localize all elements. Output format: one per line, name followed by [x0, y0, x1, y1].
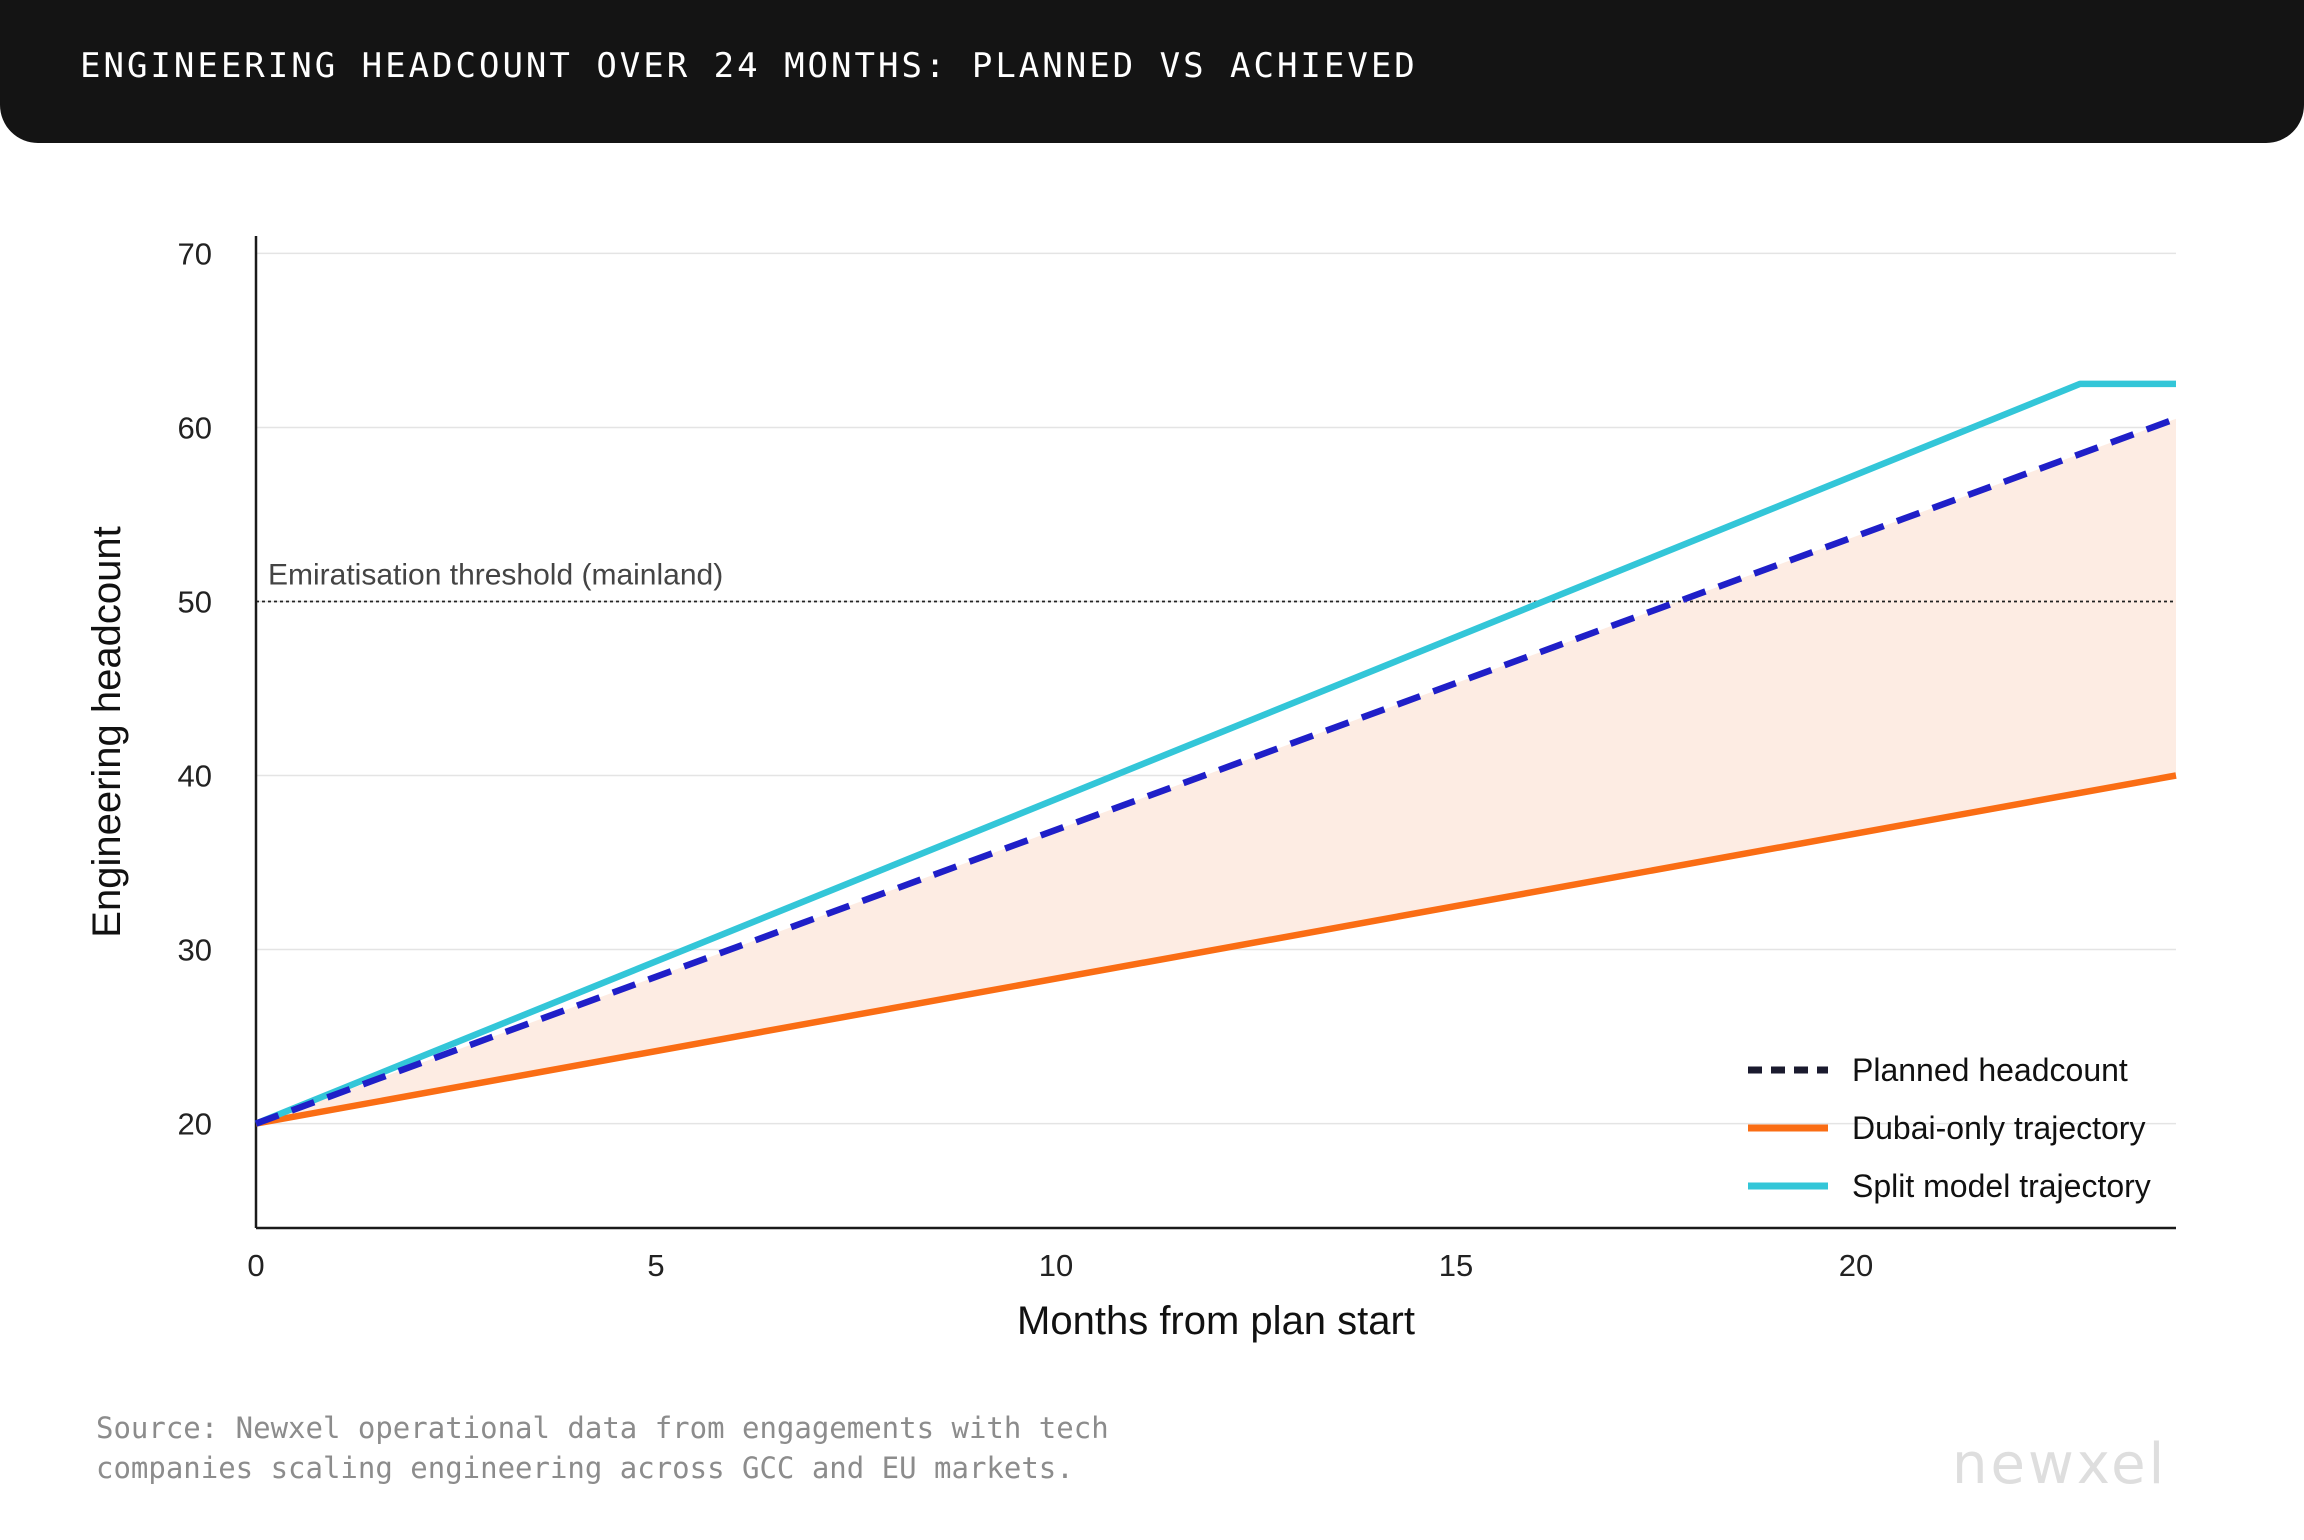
line-chart: Emiratisation threshold (mainland) 20 30 40…	[85, 236, 2178, 1343]
source-line-1: Source: Newxel operational data from eng…	[96, 1411, 1109, 1445]
y-tick-label-60: 60	[178, 410, 212, 445]
x-tick-label-5: 5	[647, 1248, 664, 1283]
legend-label-split-model-trajectory: Split model trajectory	[1852, 1168, 2151, 1204]
x-tick-label-15: 15	[1439, 1248, 1473, 1283]
y-axis-label: Engineering headcount	[85, 526, 129, 937]
source-note: Source: Newxel operational data from eng…	[96, 1408, 1396, 1488]
y-tick-label-20: 20	[178, 1107, 212, 1142]
x-tick-label-20: 20	[1839, 1248, 1873, 1283]
x-axis-label: Months from plan start	[1017, 1299, 1415, 1343]
y-tick-label-50: 50	[178, 584, 212, 619]
threshold-label: Emiratisation threshold (mainland)	[268, 558, 723, 591]
y-tick-label-70: 70	[178, 236, 212, 271]
newxel-logo: newxel	[1952, 1432, 2168, 1497]
x-tick-label-10: 10	[1039, 1248, 1073, 1283]
legend-label-planned-headcount: Planned headcount	[1852, 1052, 2128, 1088]
y-tick-label-40: 40	[178, 759, 212, 794]
legend-label-dubai-only-trajectory: Dubai-only trajectory	[1852, 1110, 2145, 1146]
source-line-2: companies scaling engineering across GCC…	[96, 1451, 1074, 1485]
y-tick-label-30: 30	[178, 933, 212, 968]
x-tick-label-0: 0	[247, 1248, 264, 1283]
